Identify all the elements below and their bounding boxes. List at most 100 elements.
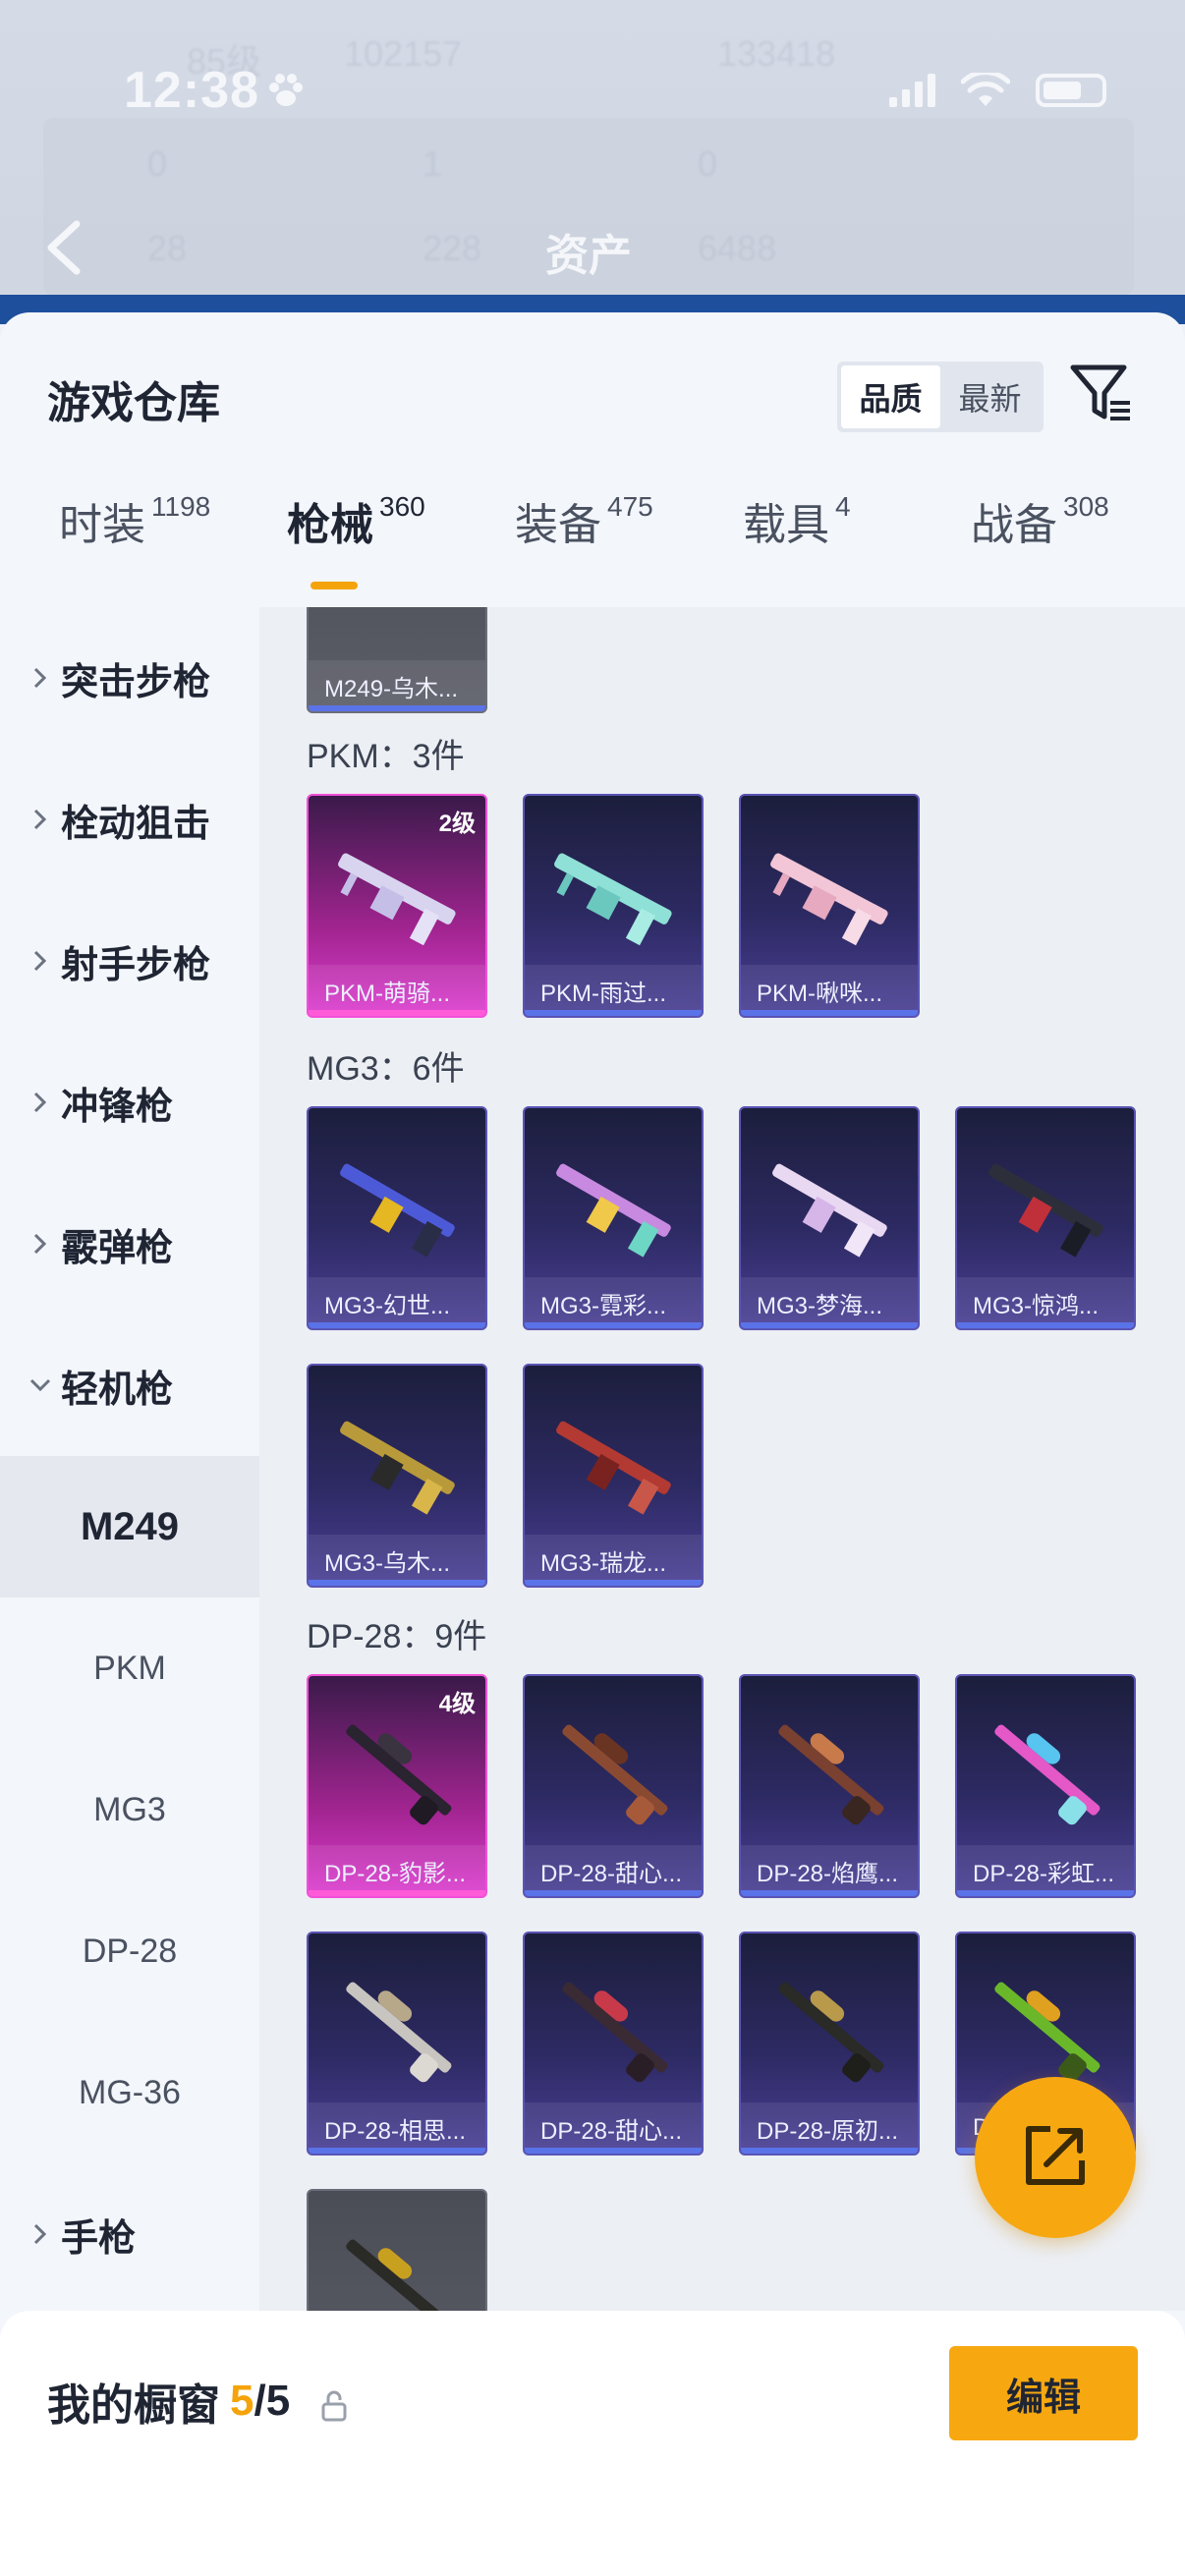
rarity-bar <box>309 705 485 711</box>
sidebar-item-pistol[interactable]: 手枪 <box>0 2163 259 2305</box>
back-arrow-icon[interactable] <box>43 218 83 277</box>
weapon-card[interactable]: DP-28-甜心... <box>523 1932 704 2156</box>
weapon-image <box>755 1130 908 1277</box>
tab-combat-supplies[interactable]: 战备 308 <box>971 489 1109 552</box>
rarity-bar <box>309 1580 485 1586</box>
tab-label: 枪械 <box>287 501 373 549</box>
status-icons <box>889 70 1106 108</box>
weapon-card[interactable]: 4级 DP-28-豹影... <box>307 1674 487 1898</box>
weapon-image <box>538 1130 692 1277</box>
rarity-bar <box>957 1322 1134 1328</box>
sidebar-item-label: 冲锋枪 <box>61 1086 174 1128</box>
rarity-bar <box>309 2148 485 2154</box>
showcase-total-count: /5 <box>254 2377 291 2425</box>
paw-icon <box>265 71 307 122</box>
sidebar-item-lmg[interactable]: 轻机枪 <box>0 1315 259 1456</box>
tab-fashion[interactable]: 时装 1198 <box>59 489 210 552</box>
tab-label: 战备 <box>971 501 1057 549</box>
showcase-title: 我的橱窗 5 /5 <box>47 2370 349 2433</box>
weapon-name: PKM-啾咪... <box>741 965 918 1016</box>
weapon-card[interactable]: PKM-雨过... <box>523 794 704 1018</box>
chevron-right-icon <box>26 946 55 976</box>
edit-button[interactable]: 编辑 <box>949 2346 1138 2440</box>
weapon-card[interactable]: DP-28-彩虹... <box>955 1674 1136 1898</box>
sidebar-item-label: 手枪 <box>61 2217 137 2260</box>
group-label-dp28: DP-28：9件 <box>307 1618 487 1655</box>
share-icon <box>1021 2121 1090 2195</box>
tab-count: 308 <box>1063 491 1109 522</box>
weapon-name: DP-28-豹影... <box>309 1845 485 1896</box>
weapon-name: DP-28-焰鹰... <box>741 1845 918 1896</box>
sidebar-item-label: 霰弹枪 <box>61 1227 174 1269</box>
weapon-name: DP-28-甜心... <box>525 2102 702 2154</box>
weapon-card[interactable]: DP-28-原初... <box>739 1932 920 2156</box>
weapon-image <box>755 1698 908 1845</box>
rarity-bar <box>309 1890 485 1896</box>
rarity-bar <box>741 1322 918 1328</box>
sidebar-item-bolt-sniper[interactable]: 栓动狙击 <box>0 749 259 890</box>
lock-icon <box>319 2384 349 2422</box>
weapon-name: PKM-雨过... <box>525 965 702 1016</box>
weapon-image <box>971 1698 1124 1845</box>
rarity-bar <box>309 1322 485 1328</box>
sidebar-subitem-m249[interactable]: M249 <box>0 1456 259 1597</box>
weapon-image <box>538 1387 692 1535</box>
sidebar-subitem-dp28[interactable]: DP-28 <box>0 1880 259 2022</box>
weapon-card[interactable]: DP-28-焰鹰... <box>739 1674 920 1898</box>
weapon-category-sidebar: 突击步枪 栓动狙击 射手步枪 冲锋枪 霰弹枪 轻机枪 M249 PKM MG3 … <box>0 607 259 2311</box>
weapon-name: DP-28-甜心... <box>525 1845 702 1896</box>
showcase-bar: 我的橱窗 5 /5 编辑 <box>0 2311 1185 2576</box>
rarity-bar <box>525 1890 702 1896</box>
sort-newest-option[interactable]: 最新 <box>940 365 1040 428</box>
rarity-bar <box>741 1010 918 1016</box>
sidebar-item-label: 射手步枪 <box>61 944 211 986</box>
filter-icon[interactable] <box>1069 362 1134 426</box>
share-button[interactable] <box>975 2077 1136 2238</box>
status-time: 12:38 <box>124 62 259 119</box>
sidebar-subitem-pkm[interactable]: PKM <box>0 1597 259 1739</box>
wifi-icon <box>960 70 1011 108</box>
weapon-card[interactable]: PKM-啾咪... <box>739 794 920 1018</box>
rarity-bar <box>525 2148 702 2154</box>
weapon-name: DP-28-原初... <box>741 2102 918 2154</box>
weapon-card[interactable] <box>307 2189 487 2311</box>
sidebar-item-label: 栓动狙击 <box>61 803 211 845</box>
weapon-name: MG3-惊鸿... <box>957 1277 1134 1328</box>
weapon-card[interactable]: MG3-乌木... <box>307 1364 487 1588</box>
tab-vehicles[interactable]: 载具 4 <box>743 489 851 552</box>
weapon-card[interactable]: 2级 PKM-萌骑... <box>307 794 487 1018</box>
sidebar-item-shotgun[interactable]: 霰弹枪 <box>0 1173 259 1315</box>
sidebar-item-smg[interactable]: 冲锋枪 <box>0 1032 259 1173</box>
background-header: 85级 102157 133418 0 1 0 28 228 6488 12:3… <box>0 0 1185 324</box>
weapon-card[interactable]: MG3-惊鸿... <box>955 1106 1136 1330</box>
weapon-name: MG3-乌木... <box>309 1535 485 1586</box>
weapon-card[interactable]: MG3-霓彩... <box>523 1106 704 1330</box>
ghost-value: 133418 <box>717 33 836 74</box>
ghost-value: 228 <box>423 228 482 268</box>
category-tabs: 时装 1198 枪械 360 装备 475 载具 4 战备 308 <box>0 489 1185 607</box>
sidebar-item-assault-rifle[interactable]: 突击步枪 <box>0 607 259 749</box>
weapon-name: M249-乌木... <box>309 660 485 711</box>
tab-count: 4 <box>835 491 851 522</box>
weapon-card[interactable]: DP-28-甜心... <box>523 1674 704 1898</box>
signal-icon <box>889 74 935 107</box>
tab-firearms[interactable]: 枪械 360 <box>287 489 425 552</box>
tab-equipment[interactable]: 装备 475 <box>515 489 653 552</box>
rarity-bar <box>525 1010 702 1016</box>
weapon-card[interactable]: MG3-瑞龙... <box>523 1364 704 1588</box>
ghost-value: 0 <box>698 143 718 184</box>
weapon-card[interactable]: MG3-幻世... <box>307 1106 487 1330</box>
weapon-card[interactable]: MG3-梦海... <box>739 1106 920 1330</box>
group-label-pkm: PKM：3件 <box>307 738 465 775</box>
sidebar-subitem-mg36[interactable]: MG-36 <box>0 2022 259 2163</box>
sidebar-subitem-mg3[interactable]: MG3 <box>0 1739 259 1880</box>
sidebar-item-label: 突击步枪 <box>61 661 211 703</box>
sort-quality-option[interactable]: 品质 <box>841 365 940 428</box>
weapon-image <box>971 1130 1124 1277</box>
weapon-card[interactable]: DP-28-相思... <box>307 1932 487 2156</box>
weapon-card[interactable]: M249-乌木... <box>307 607 487 713</box>
sidebar-item-marksman-rifle[interactable]: 射手步枪 <box>0 890 259 1032</box>
tab-label: 载具 <box>743 501 829 549</box>
background-title: 资产 <box>545 232 632 280</box>
chevron-down-icon <box>26 1371 55 1400</box>
